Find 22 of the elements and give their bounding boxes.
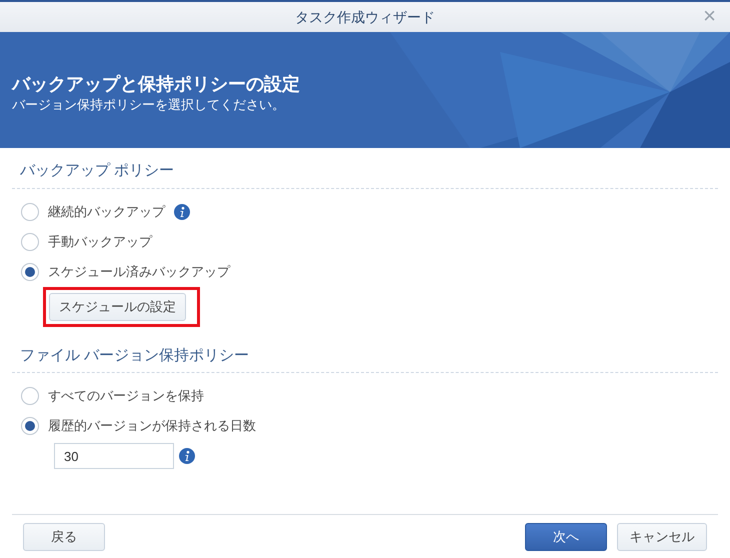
info-icon[interactable] bbox=[174, 204, 190, 220]
option-label[interactable]: 手動バックアップ bbox=[48, 232, 152, 252]
window-title: タスク作成ウィザード bbox=[295, 8, 435, 26]
radio-button[interactable] bbox=[21, 417, 39, 435]
option-label[interactable]: すべてのバージョンを保持 bbox=[48, 386, 204, 406]
page-heading: バックアップと保持ポリシーの設定 bbox=[12, 73, 301, 96]
section-heading: ファイル バージョン保持ポリシー bbox=[12, 344, 718, 373]
back-button[interactable]: 戻る bbox=[23, 522, 105, 550]
option-label[interactable]: 継続的バックアップ bbox=[48, 202, 165, 222]
cancel-button[interactable]: キャンセル bbox=[617, 522, 707, 550]
option-label[interactable]: スケジュール済みバックアップ bbox=[48, 262, 230, 282]
option-label[interactable]: 履歴的バージョンが保持される日数 bbox=[48, 416, 256, 436]
info-icon[interactable] bbox=[179, 448, 195, 464]
radio-button[interactable] bbox=[21, 202, 39, 220]
radio-button[interactable] bbox=[21, 262, 39, 280]
radio-button[interactable] bbox=[21, 232, 39, 250]
page-subtitle: バージョン保持ポリシーを選択してください。 bbox=[12, 96, 286, 114]
input-field[interactable]: 30 bbox=[54, 443, 174, 469]
radio-button[interactable] bbox=[21, 387, 39, 405]
section-heading: バックアップ ポリシー bbox=[12, 160, 718, 188]
next-button[interactable]: 次へ bbox=[525, 522, 607, 550]
schedule-button[interactable]: スケジュールの設定 bbox=[49, 292, 186, 320]
